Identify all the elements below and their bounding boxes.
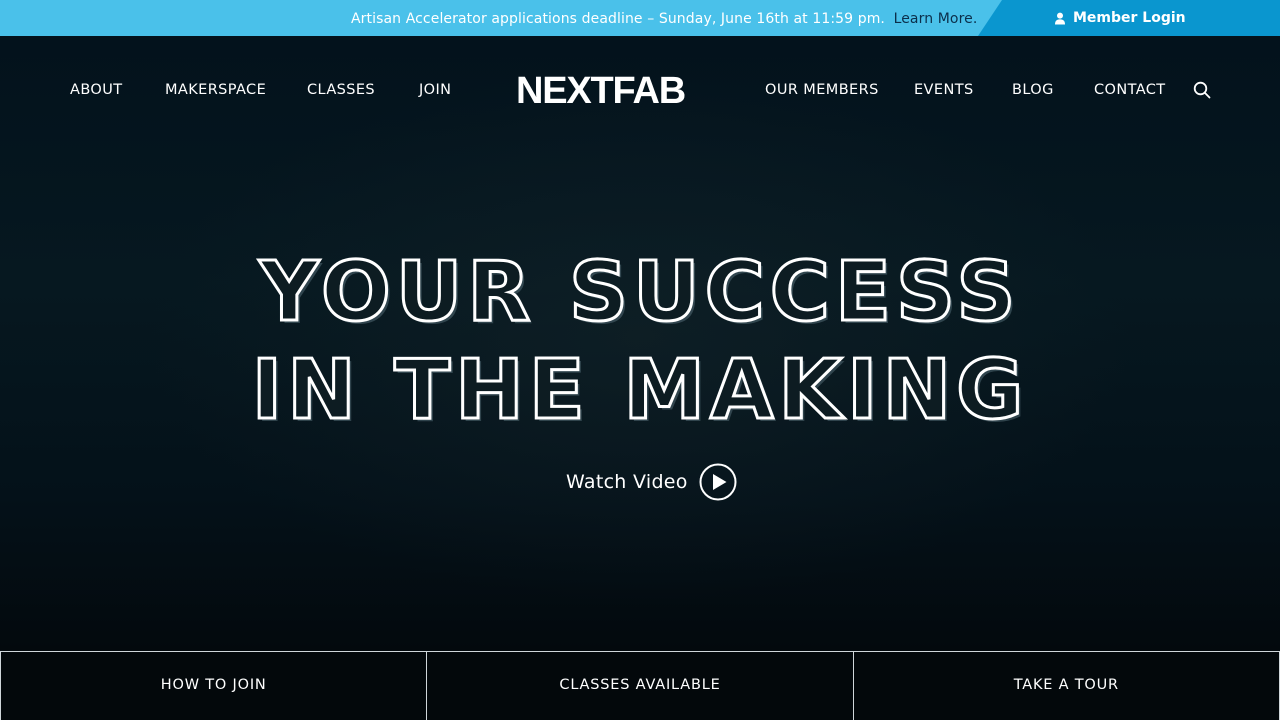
nav-our-members[interactable]: OUR MEMBERS	[765, 80, 879, 100]
how-to-join-button[interactable]: HOW TO JOIN	[0, 652, 426, 720]
announcement-text-wrap: Artisan Accelerator applications deadlin…	[351, 0, 977, 36]
search-icon[interactable]	[1193, 81, 1211, 99]
member-login-button[interactable]: Member Login	[1054, 0, 1186, 36]
nav-classes[interactable]: CLASSES	[307, 80, 375, 100]
nav-makerspace[interactable]: MAKERSPACE	[165, 80, 266, 100]
nav-blog[interactable]: BLOG	[1012, 80, 1054, 100]
site-logo[interactable]: NEXTFAB	[516, 72, 686, 110]
play-icon	[699, 463, 737, 501]
watch-video-label: Watch Video	[566, 471, 688, 493]
watch-video-button[interactable]: Watch Video	[566, 462, 737, 502]
take-a-tour-button[interactable]: TAKE A TOUR	[852, 652, 1280, 720]
hero-headline-line2: IN THE MAKING	[250, 342, 1029, 440]
nav-events[interactable]: EVENTS	[914, 80, 974, 100]
classes-available-button[interactable]: CLASSES AVAILABLE	[426, 652, 852, 720]
announcement-bar: Artisan Accelerator applications deadlin…	[0, 0, 1280, 36]
announcement-message: Artisan Accelerator applications deadlin…	[351, 11, 885, 27]
nav-about[interactable]: ABOUT	[70, 80, 123, 100]
cta-strip: HOW TO JOIN CLASSES AVAILABLE TAKE A TOU…	[0, 651, 1280, 720]
nav-join[interactable]: JOIN	[419, 80, 451, 100]
nav-contact[interactable]: CONTACT	[1094, 80, 1166, 100]
member-login-label: Member Login	[1073, 10, 1186, 26]
user-icon	[1054, 12, 1066, 25]
hero-headline-line1: YOUR SUCCESS	[258, 244, 1021, 342]
announcement-learn-more-link[interactable]: Learn More.	[894, 11, 978, 27]
